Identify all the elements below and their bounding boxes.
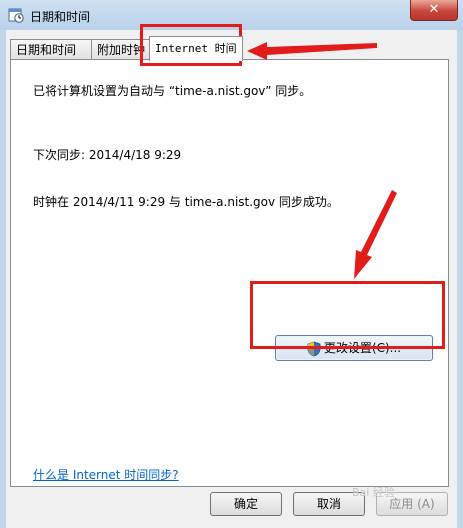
arrow-to-change-button xyxy=(354,190,397,279)
annotation-arrows xyxy=(247,42,397,279)
tab-internet-time[interactable]: Internet 时间 xyxy=(149,36,243,61)
tab-label: Internet 时间 xyxy=(155,42,237,55)
watermark: Bai 经验 xyxy=(352,486,395,499)
arrow-to-internet-tab xyxy=(247,42,377,60)
